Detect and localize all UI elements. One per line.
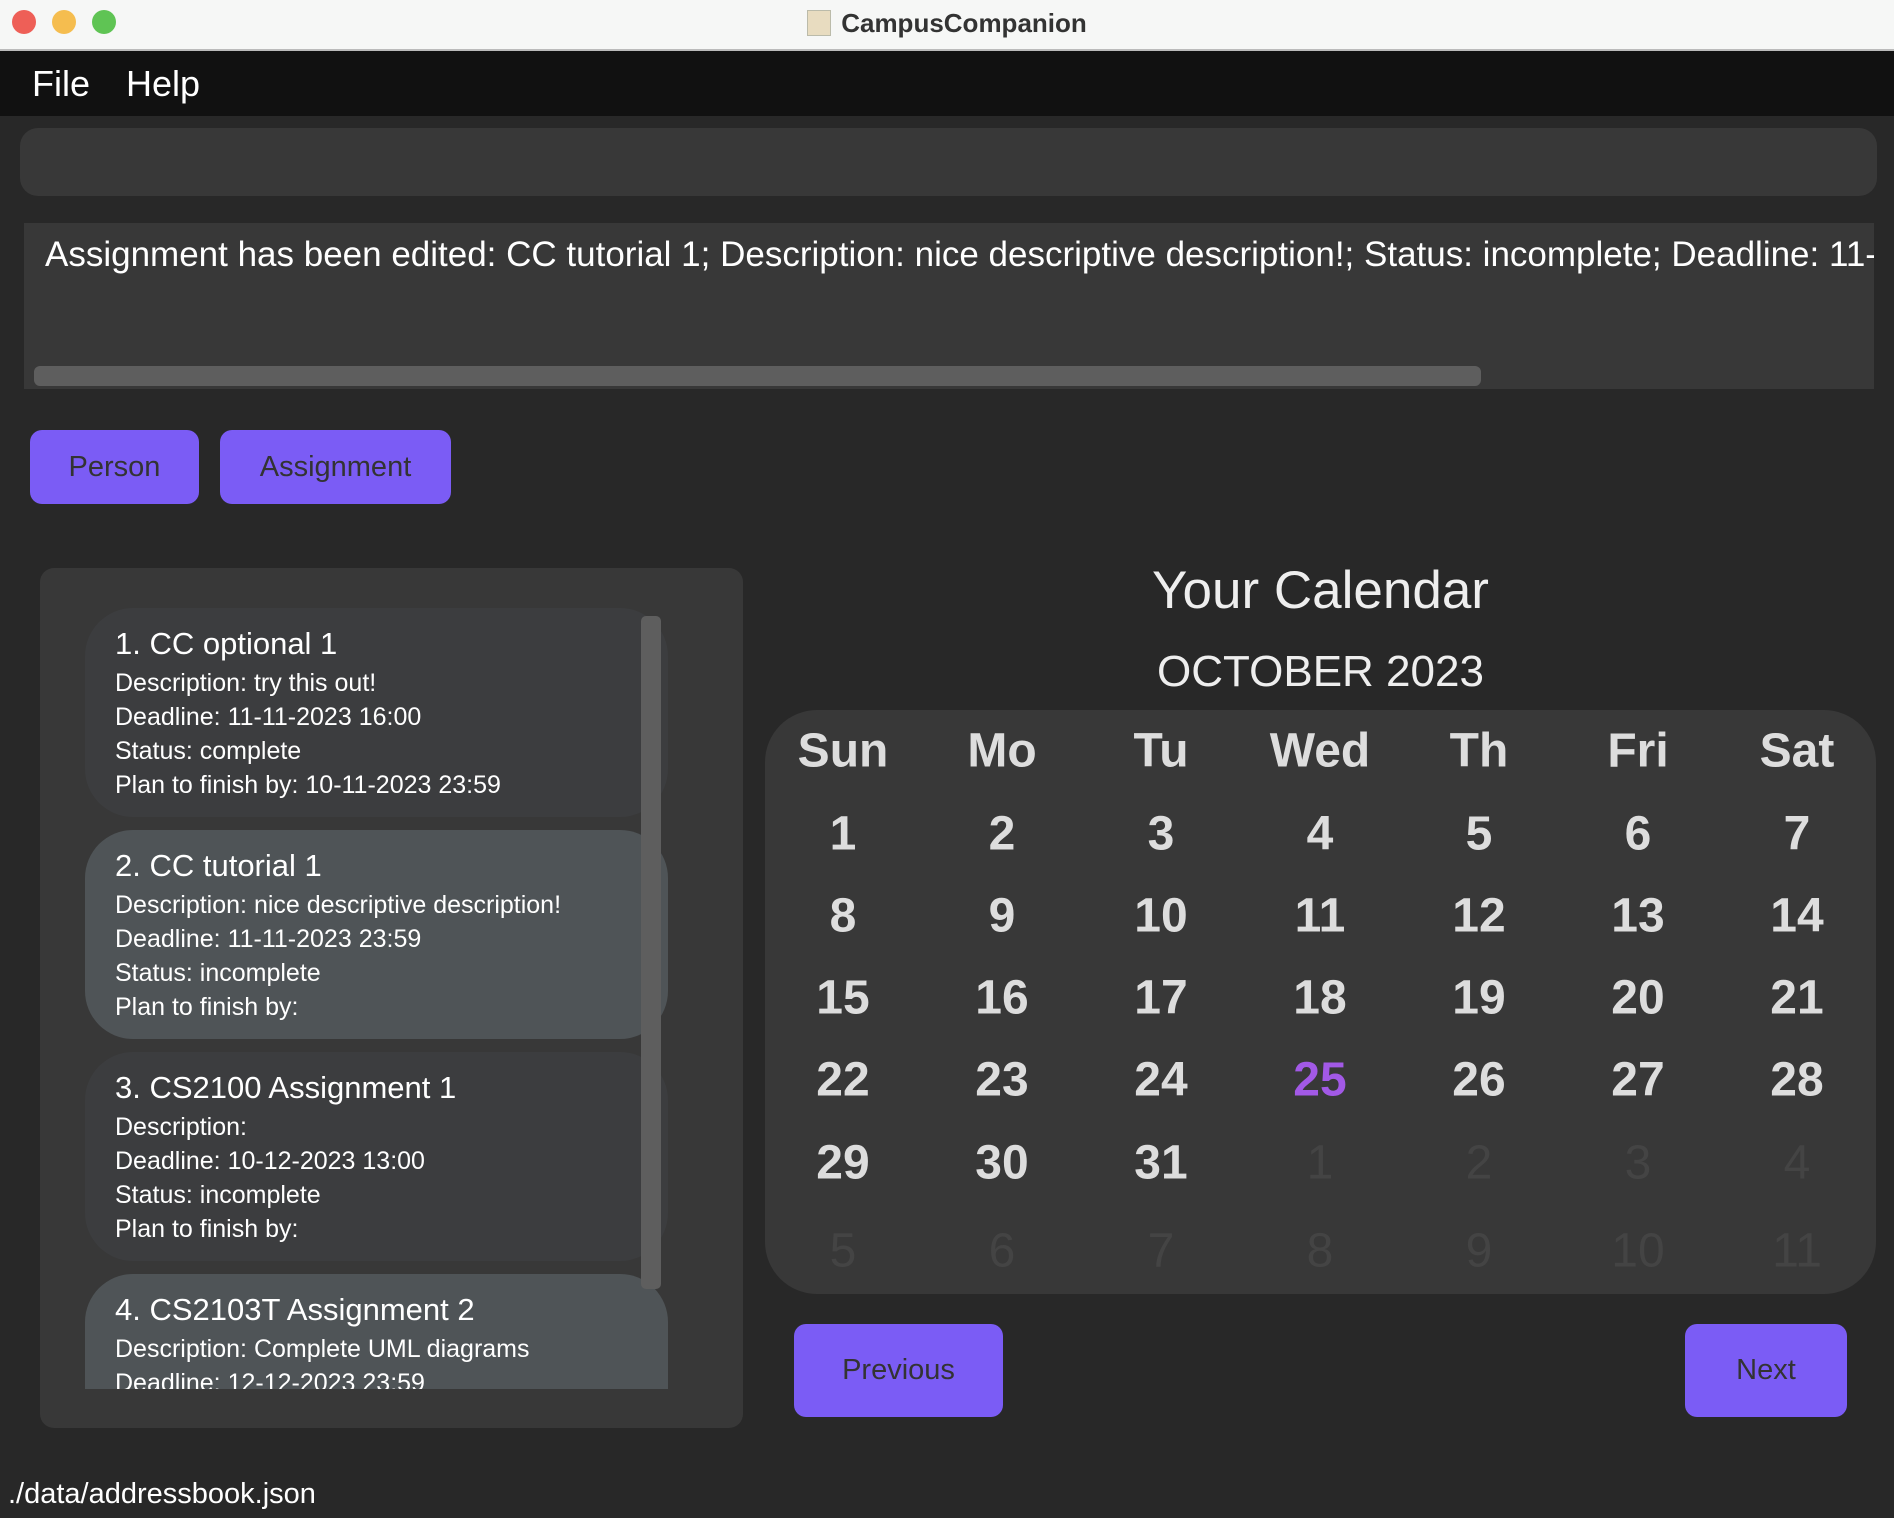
calendar-day[interactable]: 27 — [1563, 1053, 1713, 1108]
weekday-header: Wed — [1269, 724, 1371, 778]
assignment-card[interactable]: 4. CS2103T Assignment 2 Description: Comp… — [85, 1274, 668, 1389]
calendar-day[interactable]: 11 — [1245, 889, 1395, 944]
assignment-detail: Status: complete — [115, 737, 302, 765]
assignment-card[interactable]: 1. CC optional 1 Description: try this ou… — [85, 608, 668, 817]
assignment-detail: Plan to finish by: — [115, 993, 299, 1021]
calendar-day[interactable]: 26 — [1404, 1053, 1554, 1108]
calendar-day[interactable]: 16 — [927, 971, 1077, 1026]
assignment-detail: Description: nice descriptive descriptio… — [115, 891, 562, 919]
calendar-day-next-month[interactable]: 9 — [1404, 1224, 1554, 1279]
menu-bar: File Help — [0, 51, 1894, 116]
command-input[interactable] — [20, 128, 1877, 196]
calendar-day-next-month[interactable]: 10 — [1563, 1224, 1713, 1279]
calendar-day[interactable]: 23 — [927, 1053, 1077, 1108]
calendar-day-today[interactable]: 25 — [1245, 1053, 1395, 1108]
calendar-day-next-month[interactable]: 6 — [927, 1224, 1077, 1279]
title-bar: CampusCompanion — [0, 0, 1894, 51]
calendar-day-next-month[interactable]: 3 — [1563, 1136, 1713, 1191]
assignment-list-panel: 1. CC optional 1 Description: try this ou… — [40, 568, 743, 1428]
calendar-day[interactable]: 20 — [1563, 971, 1713, 1026]
window-title-text: CampusCompanion — [841, 8, 1087, 38]
calendar-day-next-month[interactable]: 7 — [1086, 1224, 1236, 1279]
assignment-button[interactable]: Assignment — [220, 430, 451, 504]
weekday-header: Sun — [797, 724, 889, 778]
calendar-day[interactable]: 31 — [1086, 1136, 1236, 1191]
calendar-day[interactable]: 28 — [1722, 1053, 1872, 1108]
assignment-detail: Deadline: 11-11-2023 23:59 — [115, 925, 422, 953]
calendar-day[interactable]: 9 — [927, 889, 1077, 944]
assignment-title: 1. CC optional 1 — [115, 626, 338, 661]
calendar-day[interactable]: 6 — [1563, 807, 1713, 862]
calendar-title: Your Calendar — [1152, 561, 1489, 620]
calendar-day[interactable]: 21 — [1722, 971, 1872, 1026]
calendar-day[interactable]: 1 — [768, 807, 918, 862]
calendar-day[interactable]: 12 — [1404, 889, 1554, 944]
assignment-detail: Description: Complete UML diagrams — [115, 1335, 530, 1363]
calendar-day[interactable]: 22 — [768, 1053, 918, 1108]
assignment-detail: Status: incomplete — [115, 959, 321, 987]
calendar-day[interactable]: 8 — [768, 889, 918, 944]
assignment-detail: Deadline: 11-11-2023 16:00 — [115, 703, 422, 731]
calendar-day[interactable]: 5 — [1404, 807, 1554, 862]
assignment-detail: Status: incomplete — [115, 1181, 321, 1209]
weekday-header: Th — [1449, 724, 1509, 778]
result-text: Assignment has been edited: CC tutorial … — [45, 235, 1874, 274]
menu-file[interactable]: File — [32, 63, 90, 105]
calendar-day[interactable]: 14 — [1722, 889, 1872, 944]
weekday-header: Tu — [1133, 724, 1189, 778]
assignment-detail: Description: — [115, 1113, 247, 1141]
assignment-detail: Plan to finish by: — [115, 1215, 299, 1243]
calendar-day-next-month[interactable]: 4 — [1722, 1136, 1872, 1191]
assignment-title: 4. CS2103T Assignment 2 — [115, 1292, 475, 1327]
assignment-list: 1. CC optional 1 Description: try this ou… — [85, 608, 668, 1389]
calendar-day[interactable]: 3 — [1086, 807, 1236, 862]
calendar-day[interactable]: 4 — [1245, 807, 1395, 862]
status-bar-file-path: ./data/addressbook.json — [8, 1478, 316, 1510]
calendar-day[interactable]: 19 — [1404, 971, 1554, 1026]
calendar-day-next-month[interactable]: 8 — [1245, 1224, 1395, 1279]
calendar-day[interactable]: 24 — [1086, 1053, 1236, 1108]
result-display: Assignment has been edited: CC tutorial … — [24, 223, 1874, 389]
window-title: CampusCompanion — [0, 8, 1894, 39]
assignment-title: 2. CC tutorial 1 — [115, 848, 322, 883]
assignment-detail: Deadline: 12-12-2023 23:59 — [115, 1369, 425, 1389]
calendar-day[interactable]: 7 — [1722, 807, 1872, 862]
calendar-day[interactable]: 17 — [1086, 971, 1236, 1026]
assignment-detail: Deadline: 10-12-2023 13:00 — [115, 1147, 425, 1175]
previous-month-button[interactable]: Previous — [794, 1324, 1003, 1417]
calendar-day[interactable]: 15 — [768, 971, 918, 1026]
calendar-day[interactable]: 2 — [927, 807, 1077, 862]
calendar-day[interactable]: 18 — [1245, 971, 1395, 1026]
calendar-day-next-month[interactable]: 5 — [768, 1224, 918, 1279]
calendar-grid: Sun Mo Tu Wed Th Fri Sat 1 2 3 4 5 6 7 8 9 10 11 12 13 14 15 1… — [765, 710, 1876, 1294]
assignment-detail: Description: try this out! — [115, 669, 377, 697]
result-horizontal-scrollbar[interactable] — [34, 366, 1481, 386]
weekday-header: Mo — [967, 724, 1037, 778]
assignment-card[interactable]: 3. CS2100 Assignment 1 Description: Deadli… — [85, 1052, 668, 1261]
calendar-day-next-month[interactable]: 1 — [1245, 1136, 1395, 1191]
person-button[interactable]: Person — [30, 430, 199, 504]
assignment-title: 3. CS2100 Assignment 1 — [115, 1070, 457, 1105]
next-month-button[interactable]: Next — [1685, 1324, 1847, 1417]
weekday-header: Sat — [1759, 724, 1835, 778]
calendar-day[interactable]: 29 — [768, 1136, 918, 1191]
app-icon — [807, 10, 832, 36]
weekday-header: Fri — [1607, 724, 1669, 778]
calendar-day[interactable]: 13 — [1563, 889, 1713, 944]
assignment-list-scrollbar[interactable] — [641, 616, 661, 1289]
calendar-month: OCTOBER 2023 — [1157, 647, 1484, 696]
calendar-day-next-month[interactable]: 2 — [1404, 1136, 1554, 1191]
calendar-day[interactable]: 30 — [927, 1136, 1077, 1191]
menu-help[interactable]: Help — [126, 63, 200, 105]
assignment-detail: Plan to finish by: 10-11-2023 23:59 — [115, 771, 501, 799]
assignment-card[interactable]: 2. CC tutorial 1 Description: nice descri… — [85, 830, 668, 1039]
calendar-day-next-month[interactable]: 11 — [1722, 1224, 1872, 1279]
calendar-day[interactable]: 10 — [1086, 889, 1236, 944]
